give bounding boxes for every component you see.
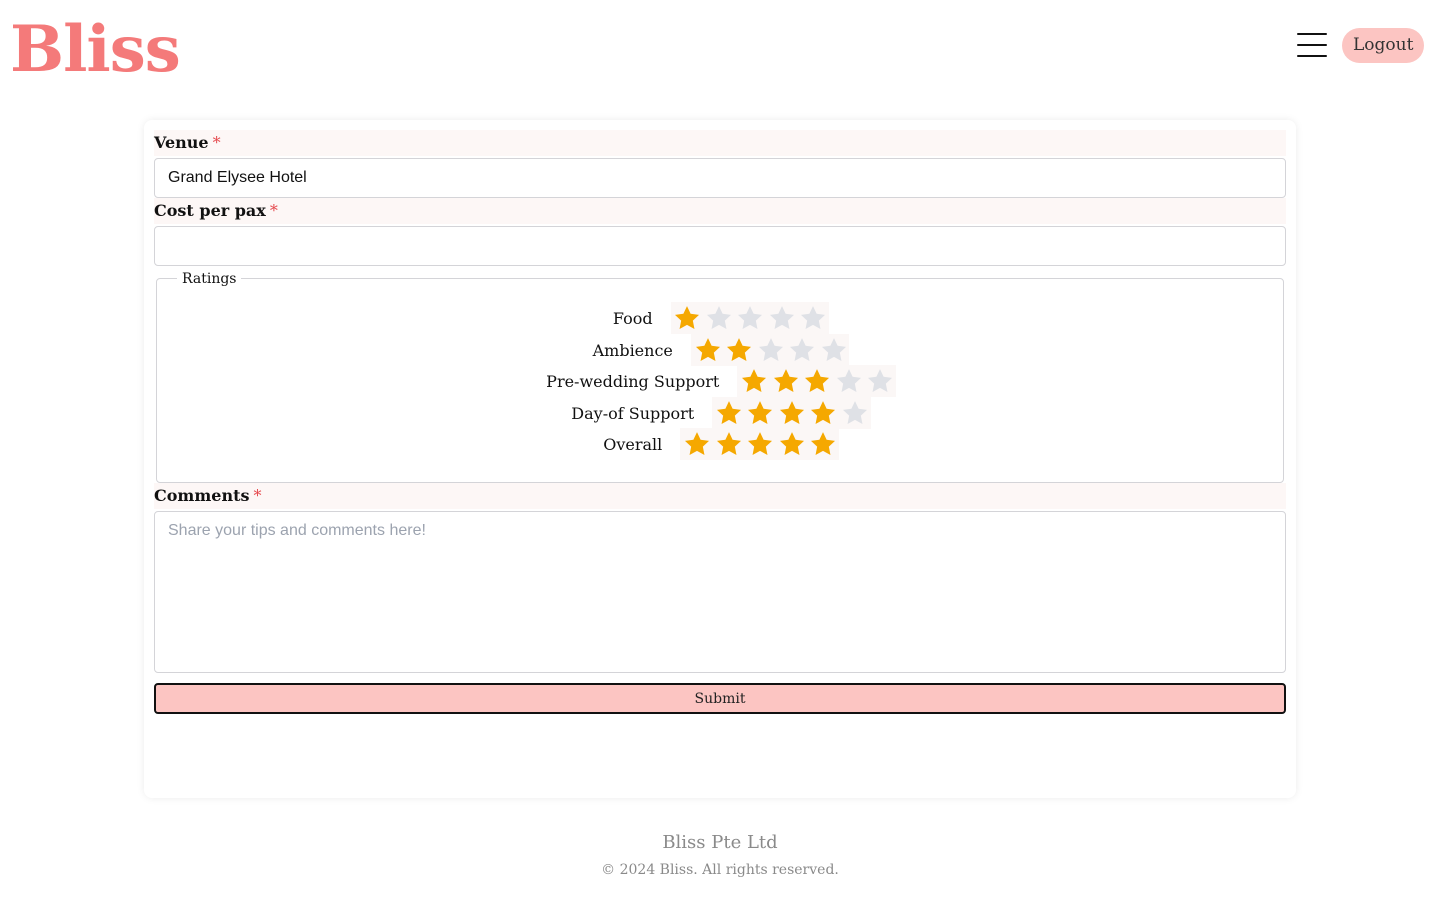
cost-label-text: Cost per pax <box>154 201 266 220</box>
star-icon[interactable] <box>703 304 735 332</box>
required-mark: * <box>212 133 221 152</box>
rating-row: Day-of Support <box>157 397 1285 429</box>
star-icon[interactable] <box>723 336 755 364</box>
rating-label: Day-of Support <box>571 403 695 423</box>
star-icon[interactable] <box>818 336 850 364</box>
ratings-fieldset: Ratings Food Ambience Pre-wedding Support D… <box>156 271 1285 483</box>
venue-label: Venue * <box>154 130 1286 156</box>
menu-line <box>1297 44 1327 46</box>
star-icon[interactable] <box>766 304 798 332</box>
star-icon[interactable] <box>713 430 745 458</box>
star-icon[interactable] <box>833 367 865 395</box>
rating-row: Pre-wedding Support <box>157 365 1285 397</box>
star-icon[interactable] <box>672 304 704 332</box>
menu-line <box>1297 33 1327 35</box>
star-icon[interactable] <box>713 399 745 427</box>
rating-label: Overall <box>603 434 663 454</box>
brand-logo[interactable]: Bliss <box>10 18 181 82</box>
submit-button[interactable]: Submit <box>154 683 1286 714</box>
star-icon[interactable] <box>839 399 871 427</box>
star-icon[interactable] <box>864 367 896 395</box>
ratings-legend: Ratings <box>177 271 242 287</box>
rating-row: Food <box>157 302 1285 334</box>
star-icon[interactable] <box>770 367 802 395</box>
footer-company: Bliss Pte Ltd <box>662 832 778 853</box>
venue-label-text: Venue <box>154 133 209 152</box>
star-icon[interactable] <box>808 399 840 427</box>
star-rating-input <box>737 365 896 397</box>
star-icon[interactable] <box>681 430 713 458</box>
footer-copyright: © 2024 Bliss. All rights reserved. <box>601 862 839 878</box>
cost-label: Cost per pax * <box>154 198 1286 224</box>
comments-label: Comments * <box>154 483 1286 509</box>
venue-input[interactable] <box>154 158 1286 198</box>
comments-textarea[interactable] <box>154 511 1286 673</box>
star-icon[interactable] <box>798 304 830 332</box>
rating-label: Ambience <box>592 340 673 360</box>
star-rating-input <box>712 397 871 429</box>
star-icon[interactable] <box>745 399 777 427</box>
star-icon[interactable] <box>755 336 787 364</box>
star-icon[interactable] <box>776 430 808 458</box>
hamburger-menu-icon[interactable] <box>1296 31 1328 59</box>
comments-label-text: Comments <box>154 486 250 505</box>
star-icon[interactable] <box>738 367 770 395</box>
star-rating-input <box>690 334 850 366</box>
rating-row: Ambience <box>157 334 1285 366</box>
star-icon[interactable] <box>786 336 818 364</box>
required-mark: * <box>253 486 262 505</box>
review-form: Venue* Cost per pax* Ratings FoodAmbienc… <box>144 120 1296 798</box>
logout-button[interactable]: Logout <box>1342 28 1425 63</box>
rating-row: Overall <box>157 428 1285 460</box>
star-icon[interactable] <box>735 304 767 332</box>
star-icon[interactable] <box>807 430 839 458</box>
cost-per-pax-input[interactable] <box>154 226 1286 266</box>
star-icon[interactable] <box>692 336 724 364</box>
menu-line <box>1297 55 1327 57</box>
star-icon[interactable] <box>744 430 776 458</box>
star-rating-input <box>680 428 839 460</box>
star-rating-input <box>670 302 830 334</box>
star-icon[interactable] <box>801 367 833 395</box>
rating-label: Pre-wedding Support <box>546 371 720 391</box>
required-mark: * <box>269 201 278 220</box>
star-icon[interactable] <box>776 399 808 427</box>
rating-label: Food <box>612 308 653 328</box>
